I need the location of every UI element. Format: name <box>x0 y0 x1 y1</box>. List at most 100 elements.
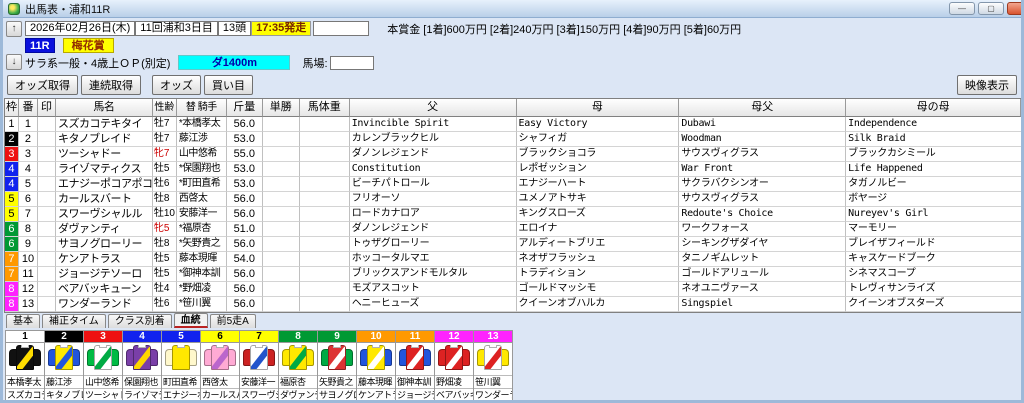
silk-column: 2 藤江渉 キタノブレ <box>45 331 84 400</box>
table-row[interactable]: 6 8 ダヴァンティ 牝5 *福原杏 51.0 ダノンレジェンド エロイナ ワー… <box>5 222 1021 237</box>
mark-cell[interactable] <box>37 192 56 207</box>
table-row[interactable]: 6 9 サヨノグローリー 牡8 *矢野貴之 56.0 トゥザグローリー アルディ… <box>5 237 1021 252</box>
table-row[interactable]: 1 1 スズカコテキタイ 牡7 *本橋孝太 56.0 Invincible Sp… <box>5 117 1021 132</box>
carried-weight-cell: 55.0 <box>226 147 263 162</box>
waku-cell: 4 <box>5 162 19 177</box>
jockey-cell: *野畑凌 <box>176 282 227 297</box>
silk-jockey-name: 御神本訓 <box>396 376 434 389</box>
damsire-cell: サウスヴィグラス <box>679 192 847 207</box>
mark-cell[interactable] <box>37 267 56 282</box>
tab-class-results[interactable]: クラス別着 <box>107 314 172 328</box>
dam-cell: ネオザフラッシュ <box>516 252 680 267</box>
body-weight-cell <box>299 147 350 162</box>
table-row[interactable]: 4 4 ライゾマティクス 牡5 *保園翔也 53.0 Constitution … <box>5 162 1021 177</box>
table-row[interactable]: 7 10 ケンアトラス 牡5 藤本現暉 54.0 ホッコータルマエ ネオザフラッ… <box>5 252 1021 267</box>
table-row[interactable]: 3 3 ツーシャドー 牝7 山中悠希 55.0 ダノンレジェンド ブラックショコ… <box>5 147 1021 162</box>
col-header-waku: 枠 <box>5 99 19 117</box>
damsire-cell: タニノギムレット <box>679 252 847 267</box>
mark-cell[interactable] <box>37 237 56 252</box>
odds-button[interactable]: オッズ <box>152 75 201 95</box>
col-header-damdam: 母の母 <box>846 99 1021 117</box>
mark-cell[interactable] <box>37 222 56 237</box>
maximize-button[interactable]: ▢ <box>978 2 1004 15</box>
table-row[interactable]: 4 5 エナジーポコアポコ 牡6 *町田直希 53.0 ビーチパトロール エナジ… <box>5 177 1021 192</box>
mark-cell[interactable] <box>37 282 56 297</box>
mark-cell[interactable] <box>37 297 56 312</box>
tab-basic[interactable]: 基本 <box>6 314 40 328</box>
mark-cell[interactable] <box>37 162 56 177</box>
win-odds-cell <box>262 207 300 222</box>
mark-cell[interactable] <box>37 252 56 267</box>
silk-horse-number: 8 <box>279 331 317 343</box>
horse-number-cell: 7 <box>18 207 38 222</box>
win-odds-cell <box>262 297 300 312</box>
horse-number-cell: 2 <box>18 132 38 147</box>
sire-cell: カレンブラックヒル <box>349 132 517 147</box>
close-button[interactable] <box>1007 2 1021 15</box>
col-header-sire: 父 <box>349 99 517 117</box>
silk-jockey-name: 福原杏 <box>279 376 317 389</box>
waku-cell: 6 <box>5 237 19 252</box>
sire-cell: フリオーソ <box>349 192 517 207</box>
sire-cell: モズアスコット <box>349 282 517 297</box>
silk-horse-number: 11 <box>396 331 434 343</box>
minimize-button[interactable]: — <box>949 2 975 15</box>
race-meeting: 11回浦和3日目 <box>135 21 218 36</box>
carried-weight-cell: 51.0 <box>226 222 263 237</box>
silk-jockey-name: 安藤洋一 <box>240 376 278 389</box>
table-row[interactable]: 8 13 ワンダーランド 牡6 *笹川翼 56.0 ヘニーヒューズ クイーンオブ… <box>5 297 1021 312</box>
jockey-cell: *本橋孝太 <box>176 117 227 132</box>
blank-field[interactable] <box>313 21 370 36</box>
table-row[interactable]: 7 11 ジョージテソーロ 牡5 *御神本訓 56.0 ブリックスアンドモルタル… <box>5 267 1021 282</box>
horse-name-cell: エナジーポコアポコ <box>55 177 153 192</box>
carried-weight-cell: 56.0 <box>226 117 263 132</box>
video-display-button[interactable]: 映像表示 <box>957 75 1017 95</box>
damsire-cell: ゴールドアリュール <box>679 267 847 282</box>
mark-cell[interactable] <box>37 207 56 222</box>
damsire-cell: サウスヴィグラス <box>679 147 847 162</box>
mark-cell[interactable] <box>37 177 56 192</box>
tab-adjusted-time[interactable]: 補正タイム <box>42 314 106 328</box>
win-odds-cell <box>262 117 300 132</box>
damsire-cell: Singspiel <box>679 297 847 312</box>
col-header-bodyweight: 馬体重 <box>299 99 350 117</box>
silk-horse-name: サヨノグロ <box>319 390 356 400</box>
next-race-button[interactable]: ↓ <box>6 54 22 70</box>
horse-number-cell: 4 <box>18 162 38 177</box>
body-weight-cell <box>299 132 350 147</box>
prev-race-button[interactable]: ↑ <box>6 21 22 37</box>
col-header-sexage: 性齢 <box>152 99 177 117</box>
tab-last5-runs[interactable]: 前5走A <box>209 314 256 328</box>
table-row[interactable]: 5 7 スワーヴシャルル 牡10 安藤洋一 56.0 ロードカナロア キングスロ… <box>5 207 1021 222</box>
mark-cell[interactable] <box>37 147 56 162</box>
carried-weight-cell: 56.0 <box>226 297 263 312</box>
bet-selection-button[interactable]: 買い目 <box>204 75 253 95</box>
continuous-fetch-button[interactable]: 連続取得 <box>81 75 141 95</box>
silk-horse-name: ワンダーラ <box>475 390 512 400</box>
table-row[interactable]: 5 6 カールスバート 牡8 西啓太 56.0 フリオーソ ユメノアトサキ サウ… <box>5 192 1021 207</box>
carried-weight-cell: 56.0 <box>226 192 263 207</box>
col-header-num: 番 <box>18 99 38 117</box>
dam-cell: キングスローズ <box>516 207 680 222</box>
col-header-win-odds: 単勝 <box>262 99 300 117</box>
table-row[interactable]: 8 12 ベアバッキューン 牡4 *野畑凌 56.0 モズアスコット ゴールドマ… <box>5 282 1021 297</box>
table-row[interactable]: 2 2 キタノブレイド 牡7 藤江渉 53.0 カレンブラックヒル シャフィガ … <box>5 132 1021 147</box>
mark-cell[interactable] <box>37 132 56 147</box>
jockey-cell: *笹川翼 <box>176 297 227 312</box>
waku-cell: 4 <box>5 177 19 192</box>
waku-cell: 3 <box>5 147 19 162</box>
start-time: 17:35発走 <box>251 21 312 36</box>
horse-name-cell: ジョージテソーロ <box>55 267 153 282</box>
race-name-line: 11R 梅花賞 <box>25 37 1021 54</box>
sire-cell: Invincible Spirit <box>349 117 517 132</box>
tab-bloodline[interactable]: 血統 <box>173 313 208 328</box>
body-weight-cell <box>299 162 350 177</box>
body-weight-cell <box>299 297 350 312</box>
sex-age-cell: 牡5 <box>152 252 177 267</box>
horse-name-cell: サヨノグローリー <box>55 237 153 252</box>
mark-cell[interactable] <box>37 117 56 132</box>
odds-fetch-button[interactable]: オッズ取得 <box>7 75 78 95</box>
silk-jockey-name: 矢野貴之 <box>318 376 356 389</box>
win-odds-cell <box>262 237 300 252</box>
track-condition-field[interactable] <box>329 55 374 70</box>
